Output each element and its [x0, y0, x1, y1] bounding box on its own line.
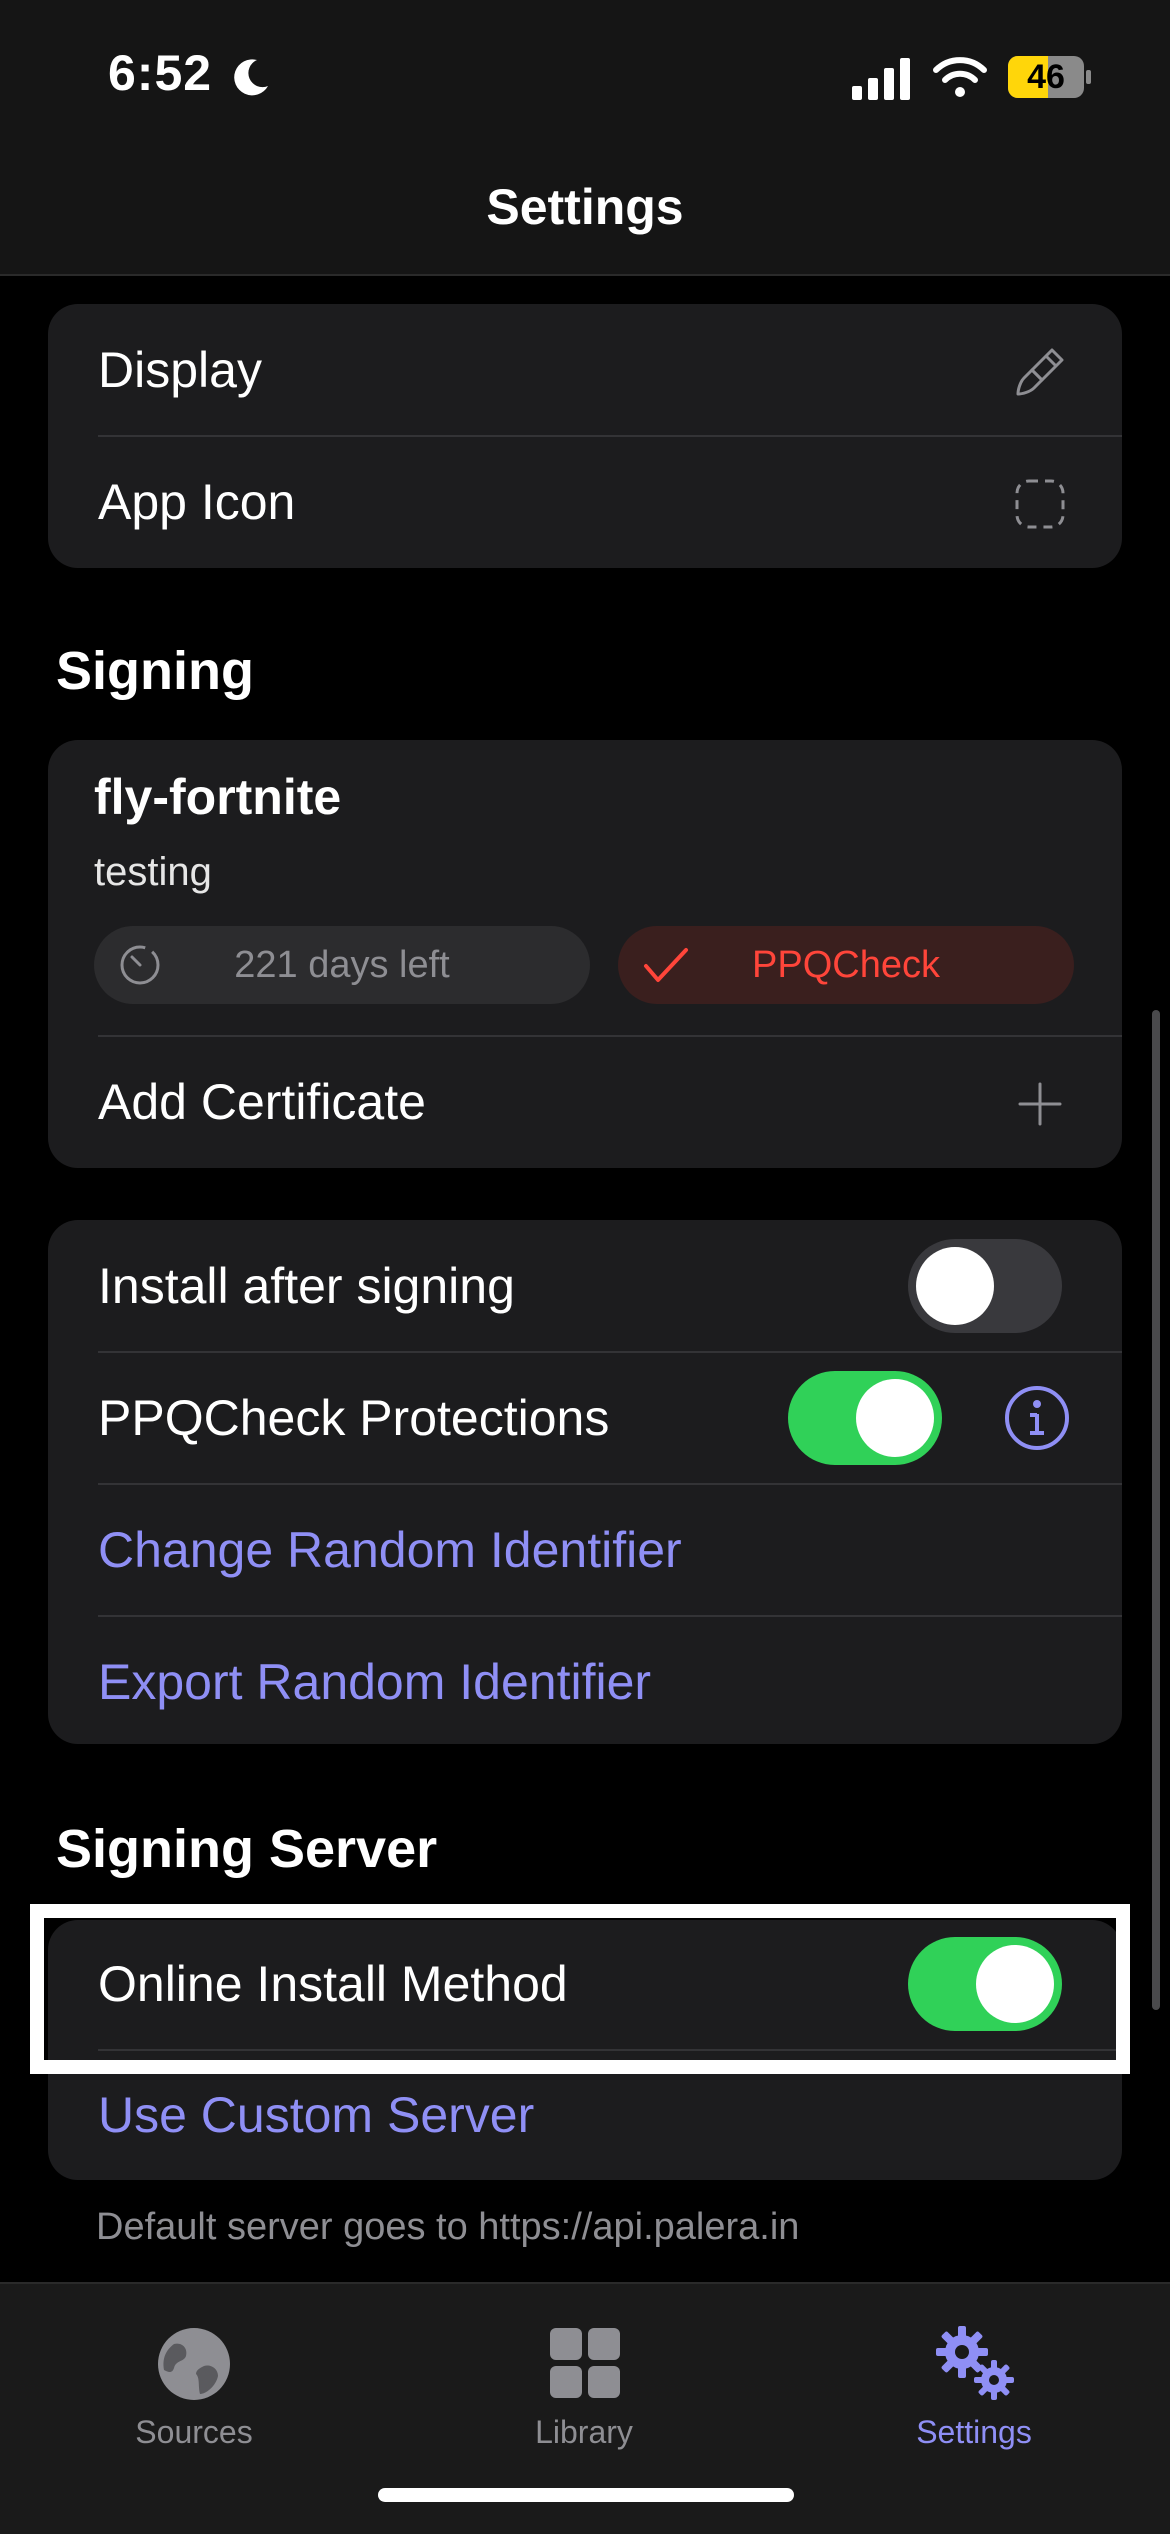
globe-icon [158, 2328, 230, 2400]
moon-icon [234, 59, 268, 96]
paintbrush-icon [1016, 348, 1064, 396]
days-left-text: 221 days left [234, 944, 450, 986]
wifi-icon [933, 57, 987, 97]
signing-section-title: Signing [56, 641, 254, 701]
tab-library[interactable]: Library [434, 2304, 734, 2454]
tab-sources[interactable]: Sources [44, 2304, 344, 2454]
install-after-signing-toggle[interactable] [908, 1239, 1062, 1333]
tab-label: Sources [135, 2414, 253, 2450]
online-install-label: Online Install Method [98, 1956, 568, 2012]
ppqcheck-protections-row: PPQCheck Protections [48, 1352, 1122, 1484]
ppqcheck-protections-toggle[interactable] [788, 1371, 942, 1465]
ppqcheck-status-badge: PPQCheck [618, 926, 1074, 1004]
app-icon-placeholder-icon [1015, 479, 1065, 529]
add-certificate-row[interactable]: Add Certificate [48, 1036, 1122, 1168]
certificate-name: fly-fortnite [94, 769, 342, 825]
ppqcheck-protections-label: PPQCheck Protections [98, 1390, 610, 1446]
tab-label: Library [535, 2414, 633, 2450]
app-icon-row[interactable]: App Icon [48, 436, 1122, 568]
tab-settings[interactable]: Settings [824, 2304, 1124, 2454]
signing-options-group: Install after signing PPQCheck Protectio… [48, 1220, 1122, 1744]
server-footer-note: Default server goes to https://api.paler… [96, 2206, 800, 2248]
use-custom-server-button[interactable]: Use Custom Server [98, 2050, 534, 2180]
app-icon-label: App Icon [98, 474, 296, 530]
certificate-subtitle: testing [94, 850, 212, 894]
days-left-badge: 221 days left [94, 926, 590, 1004]
toggle-knob [916, 1247, 994, 1325]
home-indicator[interactable] [378, 2488, 794, 2502]
info-icon[interactable] [1004, 1385, 1070, 1451]
display-label: Display [98, 342, 262, 398]
online-install-row: Online Install Method [48, 1920, 1122, 2048]
battery-level: 46 [1027, 58, 1065, 96]
signing-server-section-title: Signing Server [56, 1819, 438, 1879]
page-title: Settings [486, 179, 684, 235]
certificate-group: fly-fortnite testing 221 days left PPQCh… [48, 740, 1122, 1168]
tab-label: Settings [916, 2414, 1032, 2450]
change-identifier-row[interactable]: Change Random Identifier [48, 1484, 1122, 1616]
install-after-signing-row: Install after signing [48, 1220, 1122, 1352]
signing-server-group: Online Install Method Use Custom Server [48, 1920, 1122, 2180]
online-install-toggle[interactable] [908, 1937, 1062, 2031]
appearance-group: Display App Icon [48, 304, 1122, 568]
display-row[interactable]: Display [48, 304, 1122, 436]
toggle-knob [976, 1945, 1054, 2023]
toggle-knob [856, 1379, 934, 1457]
change-identifier-button[interactable]: Change Random Identifier [98, 1484, 682, 1616]
add-certificate-label: Add Certificate [98, 1074, 426, 1130]
signal-icon [852, 58, 910, 100]
navigation-bar: Settings [0, 150, 1170, 276]
status-bar: 6:52 46 [0, 0, 1170, 150]
certificate-card[interactable]: fly-fortnite testing 221 days left PPQCh… [48, 740, 1122, 1034]
gears-icon [936, 2326, 1014, 2400]
ppqcheck-status-text: PPQCheck [752, 944, 940, 986]
custom-server-row[interactable]: Use Custom Server [48, 2050, 1122, 2180]
export-identifier-row[interactable]: Export Random Identifier [48, 1616, 1122, 1748]
status-time: 6:52 [108, 45, 213, 101]
export-identifier-button[interactable]: Export Random Identifier [98, 1616, 651, 1748]
install-after-signing-label: Install after signing [98, 1258, 515, 1314]
scroll-indicator[interactable] [1152, 1010, 1160, 2010]
grid-icon [550, 2328, 620, 2398]
plus-icon [1018, 1082, 1062, 1126]
